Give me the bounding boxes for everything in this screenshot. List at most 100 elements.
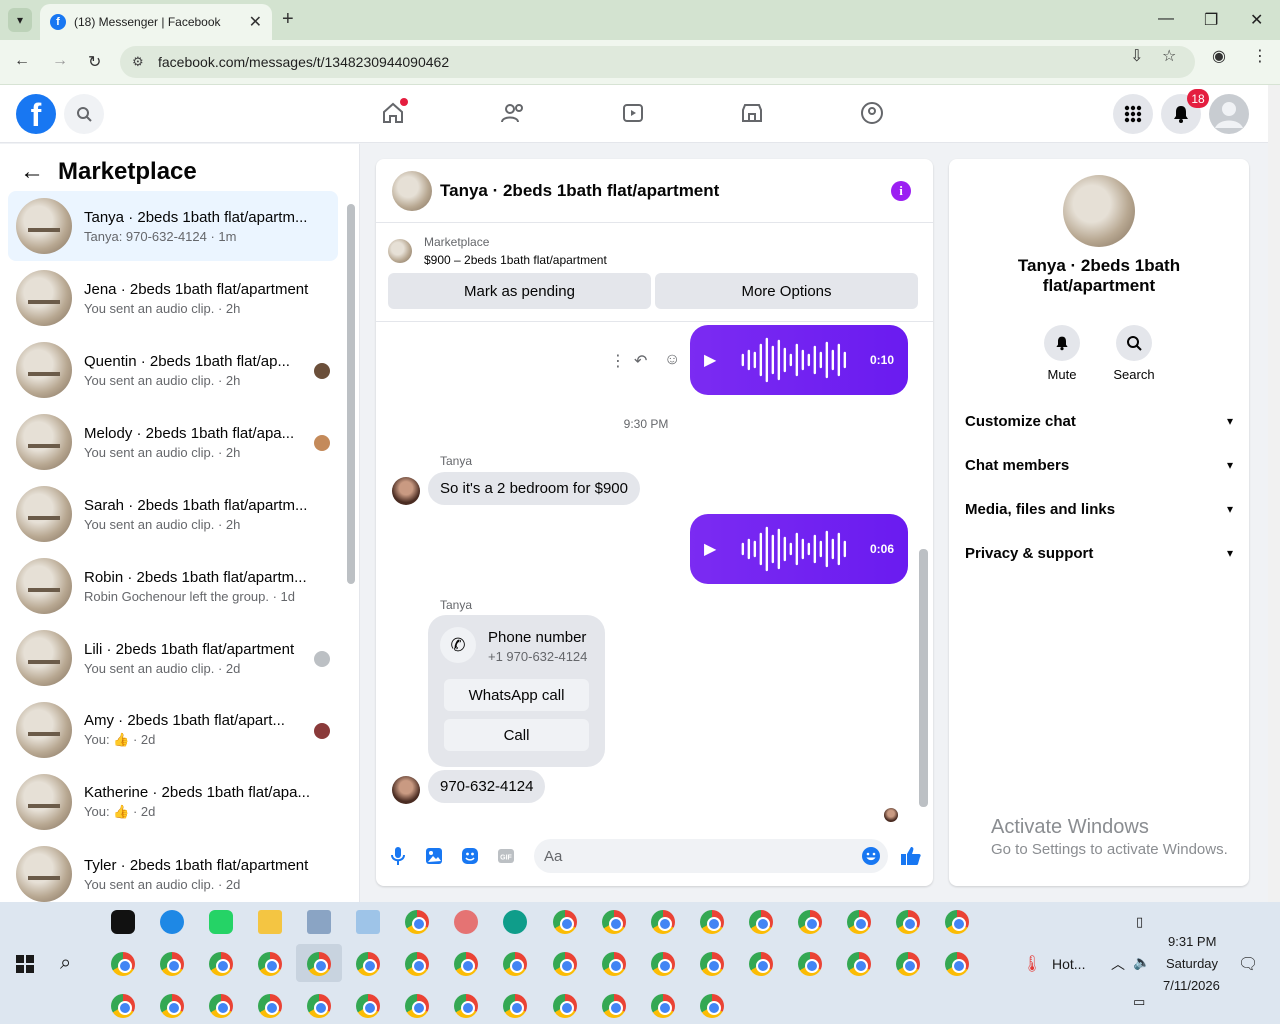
chrome-icon[interactable] [700,952,724,976]
search-in-chat-button[interactable]: Search [1104,325,1164,382]
chrome-icon[interactable] [553,952,577,976]
back-icon[interactable]: ← [14,52,30,70]
sender-avatar[interactable] [392,477,420,505]
profile-avatar[interactable] [1063,175,1135,247]
chrome-icon[interactable] [209,952,233,976]
mute-button[interactable]: Mute [1032,325,1092,382]
conversation-item[interactable]: Katherine · 2beds 1bath flat/apa... You: … [8,767,338,837]
tiktok-icon[interactable] [111,910,135,934]
page-scrollbar[interactable] [1268,85,1280,902]
network-icon[interactable]: ▭ [1133,994,1145,1010]
listing-thumbnail[interactable] [388,239,412,263]
notes-app-icon[interactable] [356,910,380,934]
search-icon[interactable] [64,94,104,134]
close-tab-icon[interactable]: ✕ [249,12,262,32]
conversation-item[interactable]: Amy · 2beds 1bath flat/apart... You: 👍 · … [8,695,338,765]
chrome-icon[interactable] [847,952,871,976]
chrome-icon[interactable] [405,994,429,1018]
sender-avatar[interactable] [392,776,420,804]
paint-icon[interactable] [454,910,478,934]
chat-scrollbar[interactable] [919,549,928,807]
notification-center-icon[interactable]: 🗨 [1238,954,1258,974]
chrome-icon[interactable] [945,952,969,976]
notifications-bell-icon[interactable]: 18 [1161,89,1209,134]
show-hidden-icons-icon[interactable]: ︿ [1111,954,1125,974]
chrome-icon[interactable] [651,910,675,934]
new-tab-icon[interactable]: + [282,8,294,31]
microphone-icon[interactable] [387,845,409,867]
chrome-icon[interactable] [405,952,429,976]
taskbar-search-icon[interactable]: ⌕ [60,952,71,975]
device-icon[interactable]: ▯ [1136,914,1143,930]
sticker-icon[interactable] [459,845,481,867]
chrome-icon[interactable] [307,952,331,976]
chrome-icon[interactable] [111,952,135,976]
chrome-icon[interactable] [356,994,380,1018]
chrome-icon[interactable] [602,952,626,976]
listing-price-title[interactable]: $900 – 2beds 1bath flat/apartment [424,253,607,267]
message-bubble[interactable]: 970-632-4124 [428,770,546,803]
chrome-icon[interactable] [749,952,773,976]
whatsapp-call-button[interactable]: WhatsApp call [444,679,589,711]
reply-icon[interactable]: ↶ [634,351,647,371]
site-info-icon[interactable]: ⚙ [132,54,144,70]
conversation-item[interactable]: Melody · 2beds 1bath flat/apa... You sent… [8,407,338,477]
tab-search-dropdown-icon[interactable]: ▾ [8,8,32,32]
weather-icon[interactable]: 🌡 [1022,954,1042,974]
volume-icon[interactable]: 🔈 [1133,954,1150,971]
chrome-icon[interactable] [749,910,773,934]
weather-text[interactable]: Hot... [1052,956,1085,972]
edge-icon[interactable] [503,910,527,934]
friends-icon[interactable] [498,98,528,128]
file-explorer-icon[interactable] [258,910,282,934]
chat-avatar[interactable] [392,170,432,211]
privacy-support-row[interactable]: Privacy & support ▾ [965,531,1233,575]
message-input[interactable]: Aa [534,839,888,873]
gif-icon[interactable]: GIF [495,845,517,867]
minimize-icon[interactable]: — [1158,10,1174,28]
clock-time[interactable]: 9:31 PM [1168,934,1216,949]
chrome-icon[interactable] [798,910,822,934]
conversation-item[interactable]: Quentin · 2beds 1bath flat/ap... You sent… [8,335,338,405]
chrome-icon[interactable] [847,910,871,934]
conversation-list-scrollbar[interactable] [347,204,355,584]
chrome-icon[interactable] [798,952,822,976]
customize-chat-row[interactable]: Customize chat ▾ [965,399,1233,443]
browser-menu-icon[interactable]: ⋮ [1252,46,1268,66]
chrome-icon[interactable] [602,910,626,934]
react-emoji-icon[interactable]: ☺ [664,351,680,369]
chrome-icon[interactable] [307,994,331,1018]
close-window-icon[interactable]: ✕ [1250,10,1263,30]
install-app-icon[interactable]: ⇩ [1130,46,1143,66]
address-bar[interactable]: ⚙ facebook.com/messages/t/13482309440904… [120,46,1195,78]
audio-message[interactable]: ▶ 0:06 [690,514,908,584]
chrome-icon[interactable] [258,952,282,976]
attach-image-icon[interactable] [423,845,445,867]
chat-members-row[interactable]: Chat members ▾ [965,443,1233,487]
watch-icon[interactable] [618,98,648,128]
chrome-icon[interactable] [111,994,135,1018]
conversation-item[interactable]: Robin · 2beds 1bath flat/apartm... Robin … [8,551,338,621]
more-actions-icon[interactable]: ⋮ [610,351,626,371]
facebook-logo-icon[interactable]: f [16,94,56,134]
app-icon[interactable] [307,910,331,934]
conversation-item[interactable]: Lili · 2beds 1bath flat/apartment You sen… [8,623,338,693]
back-arrow-icon[interactable]: ← [20,158,44,186]
audio-message[interactable]: ▶ 0:10 [690,325,908,395]
media-files-links-row[interactable]: Media, files and links ▾ [965,487,1233,531]
chrome-icon[interactable] [503,952,527,976]
chrome-icon[interactable] [454,994,478,1018]
chrome-icon[interactable] [700,994,724,1018]
clock-date[interactable]: 7/11/2026 [1163,978,1220,993]
chrome-icon[interactable] [405,910,429,934]
call-button[interactable]: Call [444,719,589,751]
browser-tab[interactable]: f (18) Messenger | Facebook ✕ [40,4,272,40]
marketplace-icon[interactable] [737,98,767,128]
chrome-icon[interactable] [258,994,282,1018]
emoji-icon[interactable] [860,845,882,867]
chat-title[interactable]: Tanya · 2beds 1bath flat/apartment [440,181,719,201]
profile-icon[interactable]: ◉ [1212,46,1226,66]
chrome-icon[interactable] [602,994,626,1018]
home-icon[interactable] [378,98,408,128]
chrome-icon[interactable] [700,910,724,934]
